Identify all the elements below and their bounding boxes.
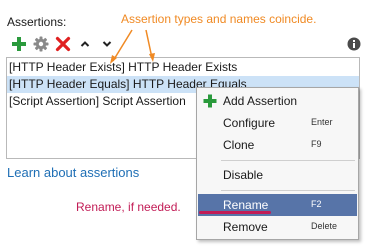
- configure-button[interactable]: [32, 35, 50, 53]
- menu-item-clone[interactable]: Clone F9: [198, 134, 357, 156]
- annotation-rename: Rename, if needed.: [76, 200, 181, 214]
- menu-item-label: Add Assertion: [223, 94, 298, 108]
- menu-item-add-assertion[interactable]: Add Assertion: [198, 90, 357, 112]
- info-icon: [347, 37, 361, 51]
- toolbar: [10, 34, 116, 54]
- learn-about-assertions-link[interactable]: Learn about assertions: [7, 165, 139, 180]
- add-assertion-button[interactable]: [10, 35, 28, 53]
- plus-icon: [202, 93, 218, 109]
- menu-item-shortcut: Enter: [311, 117, 333, 127]
- context-menu: Add Assertion Configure Enter Clone F9 D…: [196, 87, 359, 240]
- menu-item-label: Remove: [223, 220, 268, 234]
- menu-item-shortcut: F9: [311, 139, 322, 149]
- menu-item-label: Disable: [223, 168, 264, 182]
- annotation-arrow: [145, 29, 153, 59]
- menu-item-label: Clone: [223, 138, 255, 152]
- info-button[interactable]: [346, 36, 362, 52]
- menu-item-label: Rename: [223, 198, 269, 212]
- menu-item-configure[interactable]: Configure Enter: [198, 112, 357, 134]
- rename-underline-mark: [199, 211, 271, 214]
- move-down-button[interactable]: [98, 35, 116, 53]
- chevron-down-icon: [102, 41, 112, 47]
- menu-item-disable[interactable]: Disable: [198, 164, 357, 186]
- chevron-up-icon: [80, 41, 90, 47]
- plus-icon: [12, 37, 26, 51]
- annotation-types-names: Assertion types and names coincide.: [121, 12, 317, 26]
- menu-item-label: Configure: [223, 116, 276, 130]
- panel-title: Assertions:: [7, 15, 67, 29]
- menu-item-shortcut: Delete: [311, 221, 338, 231]
- menu-separator: [221, 160, 355, 161]
- x-icon: [55, 36, 71, 52]
- delete-button[interactable]: [54, 35, 72, 53]
- menu-item-remove[interactable]: Remove Delete: [198, 216, 357, 238]
- assertions-panel: Assertions: Assertion types and names co…: [0, 0, 366, 247]
- move-up-button[interactable]: [76, 35, 94, 53]
- gear-icon: [33, 36, 49, 52]
- menu-separator: [221, 190, 355, 191]
- menu-item-shortcut: F2: [311, 199, 322, 209]
- assertion-item[interactable]: [HTTP Header Exists] HTTP Header Exists: [7, 59, 359, 76]
